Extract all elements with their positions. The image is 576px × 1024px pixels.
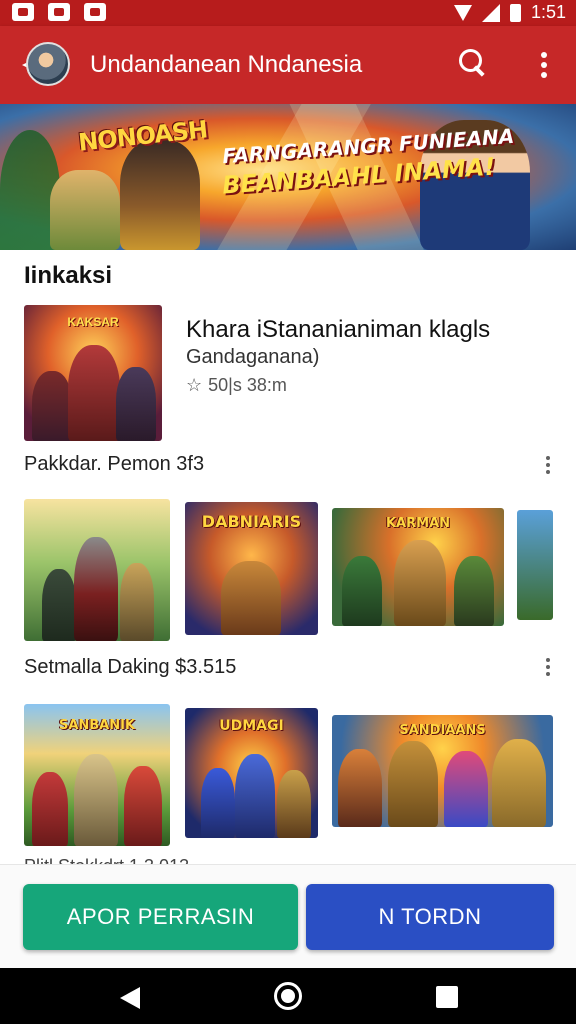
character-graphic (50, 170, 120, 250)
system-navigation-bar (0, 968, 576, 1024)
character-graphic (201, 768, 235, 838)
featured-thumbnail[interactable]: KAKSAR (24, 305, 162, 441)
character-graphic (120, 563, 154, 641)
notification-icon (48, 3, 70, 21)
character-graphic (68, 345, 120, 441)
game-card[interactable]: KARMAN (332, 508, 504, 626)
card-caption: KARMAN (385, 516, 451, 531)
character-graphic (342, 556, 382, 626)
row-title[interactable]: Pakkdar. Pemon 3f3 (24, 453, 204, 476)
status-bar: 1:51 (0, 0, 576, 26)
avatar[interactable] (26, 42, 70, 86)
search-icon[interactable] (458, 48, 488, 78)
game-card[interactable]: SANBANIK (24, 704, 170, 846)
character-graphic (32, 371, 72, 441)
character-graphic (444, 751, 488, 827)
character-graphic (74, 754, 118, 846)
character-graphic (338, 749, 382, 827)
character-graphic (124, 766, 162, 846)
game-card[interactable] (517, 510, 553, 620)
row-more-icon[interactable] (545, 658, 551, 678)
character-graphic (235, 754, 275, 838)
character-graphic (492, 739, 546, 827)
primary-action-button[interactable]: APOR PERRASIN (23, 884, 298, 950)
promo-banner[interactable]: NONOASH FARNGARANGR FUNIEANA BEANBAAHL I… (0, 104, 576, 250)
featured-title[interactable]: Khara iStananianiman klagls (186, 316, 490, 344)
featured-subtitle: Gandaganana) (186, 346, 320, 368)
character-graphic (388, 741, 438, 827)
recents-icon[interactable] (436, 986, 458, 1008)
character-graphic (74, 537, 118, 641)
row-title[interactable]: Setmalla Daking $3.515 (24, 656, 236, 679)
star-icon: ☆ (186, 375, 203, 395)
card-caption: DABNIARIS (201, 512, 302, 531)
card-caption: UDMAGI (219, 718, 284, 734)
character-graphic (394, 540, 446, 626)
battery-icon (509, 3, 521, 22)
game-card[interactable]: UDMAGI (185, 708, 318, 838)
system-icons: 1:51 (453, 2, 566, 23)
rating-text: 50|s 38:m (208, 375, 287, 395)
status-time: 1:51 (530, 2, 566, 22)
wifi-icon (453, 4, 472, 21)
signal-icon (481, 3, 500, 22)
secondary-action-button[interactable]: N TORDN (306, 884, 554, 950)
section-title: Iinkaksi (24, 262, 113, 289)
more-options-icon[interactable] (540, 52, 548, 78)
home-icon[interactable] (274, 982, 302, 1010)
back-icon[interactable] (120, 987, 140, 1009)
character-graphic (221, 561, 281, 635)
character-graphic (454, 556, 494, 626)
thumbnail-caption: KAKSAR (67, 315, 119, 329)
character-graphic (116, 367, 156, 441)
row-more-icon[interactable] (545, 456, 551, 476)
character-graphic (120, 140, 200, 250)
featured-rating: ☆ 50|s 38:m (186, 375, 287, 396)
card-caption: SANDIAANS (399, 723, 486, 738)
app-bar: Undandanean Nndanesia (0, 26, 576, 104)
game-card[interactable]: SANDIAANS (332, 715, 553, 827)
game-card[interactable] (24, 499, 170, 641)
notification-icon (12, 3, 34, 21)
character-graphic (42, 569, 76, 641)
card-caption: SANBANIK (58, 718, 136, 733)
notification-icon (84, 3, 106, 21)
app-title: Undandanean Nndanesia (90, 51, 363, 78)
character-graphic (277, 770, 311, 838)
character-graphic (32, 772, 68, 846)
notification-icons (12, 3, 106, 21)
game-card[interactable]: DABNIARIS (185, 502, 318, 635)
